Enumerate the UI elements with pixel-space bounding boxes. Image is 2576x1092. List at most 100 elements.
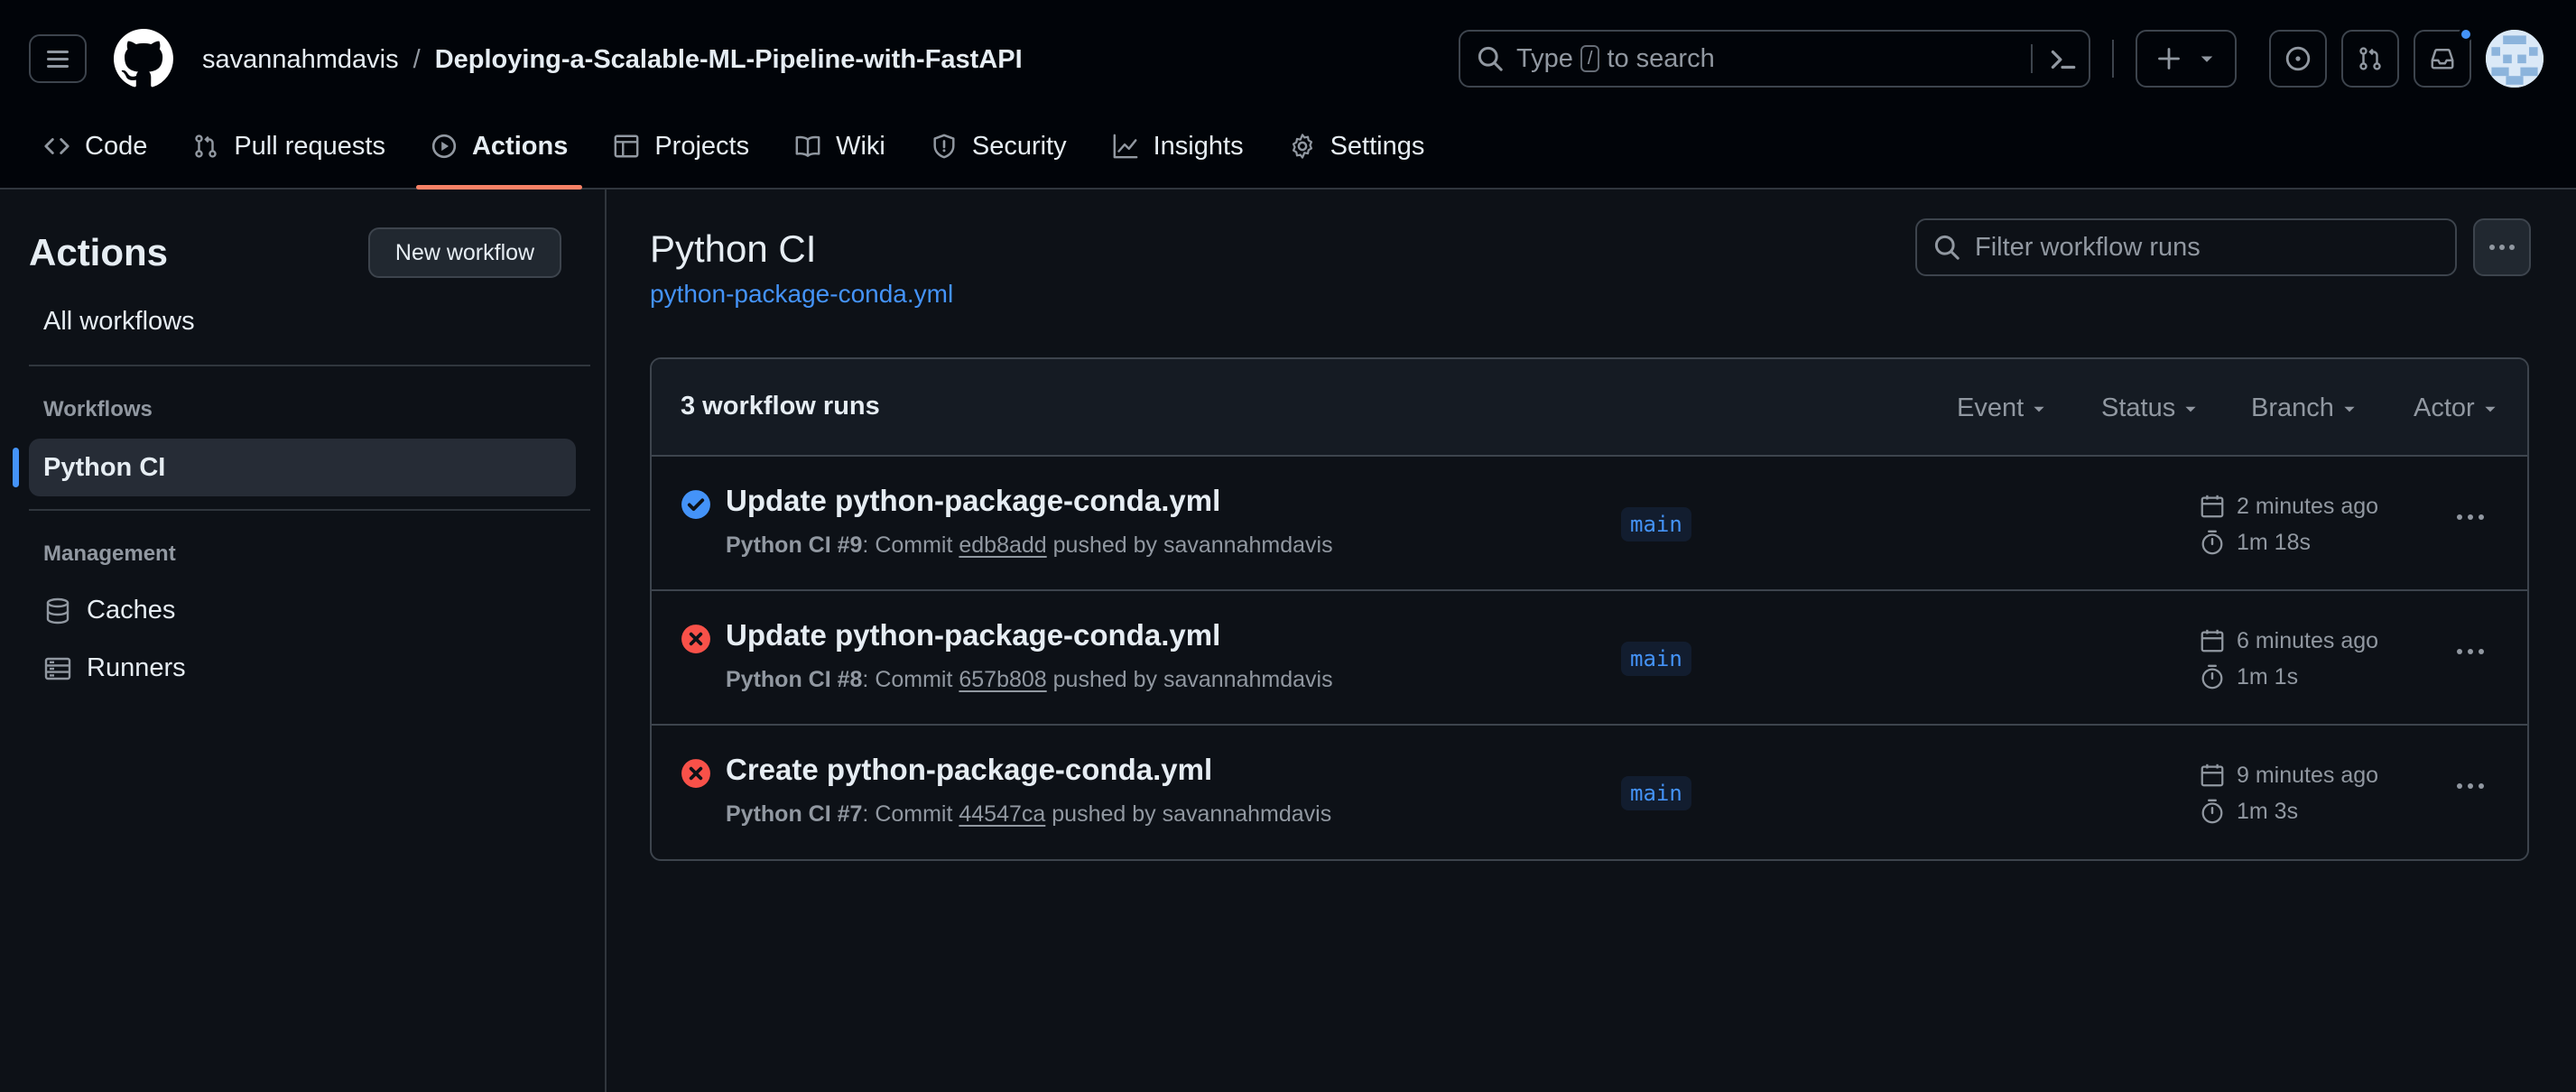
run-started-time: 2 minutes ago bbox=[2199, 493, 2378, 520]
command-palette-icon[interactable] bbox=[2047, 44, 2078, 75]
identicon-icon bbox=[2486, 30, 2544, 88]
commit-sha-link[interactable]: 44547ca bbox=[959, 801, 1045, 827]
run-pushed-by: pushed by savannahmdavis bbox=[1052, 667, 1333, 692]
workflow-run-row[interactable]: Create python-package-conda.yml Python C… bbox=[652, 726, 2527, 859]
run-pushed-by: pushed by savannahmdavis bbox=[1052, 532, 1333, 558]
inbox-icon bbox=[2431, 49, 2454, 69]
repo-nav: Code Pull requests Actions Projects Wiki… bbox=[29, 117, 1455, 190]
pull-request-icon bbox=[195, 134, 218, 158]
header-divider bbox=[2112, 40, 2114, 78]
run-commit-prefix: : Commit bbox=[862, 532, 953, 558]
database-icon bbox=[46, 597, 69, 624]
all-workflows-link[interactable]: All workflows bbox=[43, 307, 195, 337]
run-title[interactable]: Update python-package-conda.yml bbox=[726, 484, 1220, 518]
stopwatch-icon bbox=[2201, 664, 2223, 689]
search-prefix-text: Type bbox=[1516, 43, 1573, 73]
pull-requests-button[interactable] bbox=[2341, 30, 2399, 88]
issue-opened-icon bbox=[2285, 46, 2311, 71]
kebab-horizontal-icon[interactable] bbox=[2455, 513, 2486, 522]
tab-pull-requests[interactable]: Pull requests bbox=[178, 117, 400, 175]
workflow-file-link[interactable]: python-package-conda.yml bbox=[650, 280, 953, 309]
new-workflow-button[interactable]: New workflow bbox=[368, 227, 561, 278]
commit-sha-link[interactable]: 657b808 bbox=[959, 667, 1046, 692]
search-divider bbox=[2031, 44, 2033, 73]
actor-filter-label: Actor bbox=[2414, 393, 2475, 422]
filter-workflow-runs-input[interactable]: Filter workflow runs bbox=[1915, 218, 2457, 276]
workflow-menu-button[interactable] bbox=[2473, 218, 2531, 276]
status-filter-label: Status bbox=[2101, 393, 2176, 422]
tab-code[interactable]: Code bbox=[29, 117, 162, 175]
run-workflow-number: Python CI #8 bbox=[726, 667, 863, 692]
gear-icon bbox=[1292, 134, 1312, 159]
sidebar-item-python-ci[interactable]: Python CI bbox=[13, 439, 576, 496]
run-meta: Python CI #9: Commit edb8add pushed by s… bbox=[726, 532, 1333, 559]
run-duration: 1m 1s bbox=[2199, 663, 2298, 690]
triangle-down-icon bbox=[2344, 406, 2355, 412]
branch-tag[interactable]: main bbox=[1621, 642, 1691, 676]
run-meta: Python CI #7: Commit 44547ca pushed by s… bbox=[726, 801, 1331, 828]
triangle-down-icon bbox=[2034, 406, 2044, 412]
x-circle-icon bbox=[681, 759, 710, 788]
kebab-horizontal-icon bbox=[2489, 245, 2515, 250]
sidebar-title: Actions bbox=[29, 231, 169, 273]
repo-owner-link[interactable]: savannahmdavis bbox=[202, 45, 399, 75]
avatar[interactable] bbox=[2486, 30, 2544, 88]
commit-sha-link[interactable]: edb8add bbox=[959, 532, 1046, 558]
tab-settings-label: Settings bbox=[1330, 131, 1425, 161]
tab-actions[interactable]: Actions bbox=[415, 117, 583, 190]
status-filter-dropdown[interactable]: Status bbox=[2101, 393, 2199, 423]
notification-indicator bbox=[2459, 27, 2473, 42]
run-started-time: 6 minutes ago bbox=[2199, 627, 2378, 654]
stopwatch-icon bbox=[2201, 799, 2223, 824]
kebab-horizontal-icon[interactable] bbox=[2455, 782, 2486, 791]
tab-wiki[interactable]: Wiki bbox=[780, 117, 900, 175]
runs-count: 3 workflow runs bbox=[681, 392, 880, 421]
run-duration-value: 1m 18s bbox=[2237, 529, 2311, 555]
search-icon bbox=[1934, 235, 1960, 260]
sidebar-item-caches[interactable]: Caches bbox=[43, 596, 175, 625]
branch-tag[interactable]: main bbox=[1621, 507, 1691, 541]
global-search-input[interactable]: Type / to search bbox=[1459, 30, 2090, 88]
run-commit-prefix: : Commit bbox=[862, 801, 953, 827]
branch-filter-dropdown[interactable]: Branch bbox=[2251, 393, 2358, 423]
actor-filter-dropdown[interactable]: Actor bbox=[2414, 393, 2498, 423]
kebab-horizontal-icon[interactable] bbox=[2455, 647, 2486, 656]
sidebar-divider bbox=[29, 365, 590, 366]
run-title[interactable]: Update python-package-conda.yml bbox=[726, 618, 1220, 652]
run-duration: 1m 18s bbox=[2199, 529, 2311, 556]
runs-header: 3 workflow runs Event Status Branch Acto… bbox=[652, 359, 2527, 457]
event-filter-dropdown[interactable]: Event bbox=[1957, 393, 2047, 423]
sidebar-item-label: Python CI bbox=[43, 452, 166, 482]
github-logo-icon[interactable] bbox=[114, 29, 173, 88]
issues-button[interactable] bbox=[2269, 30, 2327, 88]
graph-icon bbox=[1113, 134, 1138, 159]
active-indicator bbox=[13, 448, 19, 487]
tab-projects[interactable]: Projects bbox=[598, 117, 764, 175]
tab-security[interactable]: Security bbox=[916, 117, 1081, 175]
workflow-run-row[interactable]: Update python-package-conda.yml Python C… bbox=[652, 457, 2527, 591]
tab-projects-label: Projects bbox=[654, 131, 750, 161]
tab-insights[interactable]: Insights bbox=[1098, 117, 1258, 175]
run-title[interactable]: Create python-package-conda.yml bbox=[726, 753, 1212, 787]
event-filter-label: Event bbox=[1957, 393, 2025, 422]
triangle-down-icon bbox=[2185, 406, 2196, 412]
workflows-heading: Workflows bbox=[43, 397, 153, 421]
run-pushed-by: pushed by savannahmdavis bbox=[1052, 801, 1332, 827]
breadcrumb: savannahmdavis / Deploying-a-Scalable-ML… bbox=[202, 42, 1023, 78]
search-suffix-text: to search bbox=[1607, 43, 1715, 73]
tab-settings[interactable]: Settings bbox=[1274, 117, 1440, 175]
run-workflow-number: Python CI #9 bbox=[726, 532, 863, 558]
create-new-button[interactable] bbox=[2136, 30, 2237, 88]
branch-tag[interactable]: main bbox=[1621, 776, 1691, 810]
app-header: savannahmdavis / Deploying-a-Scalable-ML… bbox=[0, 0, 2576, 190]
sidebar-item-runners[interactable]: Runners bbox=[43, 653, 186, 683]
run-started-time: 9 minutes ago bbox=[2199, 762, 2378, 789]
branch-filter-label: Branch bbox=[2251, 393, 2334, 422]
workflow-run-row[interactable]: Update python-package-conda.yml Python C… bbox=[652, 591, 2527, 726]
run-when: 6 minutes ago bbox=[2237, 627, 2379, 653]
sidebar-item-label: Runners bbox=[87, 653, 186, 682]
repo-name-link[interactable]: Deploying-a-Scalable-ML-Pipeline-with-Fa… bbox=[435, 45, 1023, 75]
actions-sidebar: Actions New workflow All workflows Workf… bbox=[0, 190, 607, 1092]
run-workflow-number: Python CI #7 bbox=[726, 801, 863, 827]
menu-button[interactable] bbox=[29, 34, 87, 83]
